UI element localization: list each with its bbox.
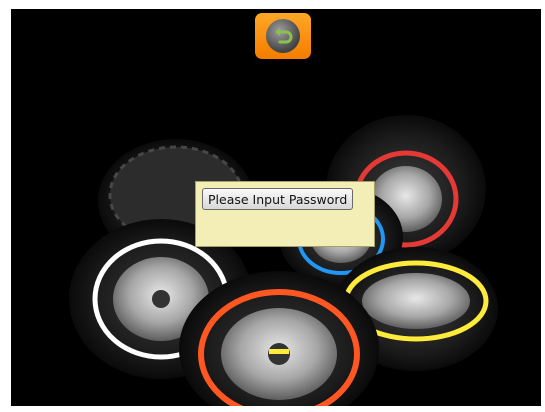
app-screen: Please Input Password [11, 9, 541, 406]
back-button[interactable] [255, 13, 311, 59]
password-dialog: Please Input Password [195, 181, 375, 247]
back-arrow-icon [266, 19, 300, 53]
password-input-button[interactable]: Please Input Password [202, 188, 354, 210]
